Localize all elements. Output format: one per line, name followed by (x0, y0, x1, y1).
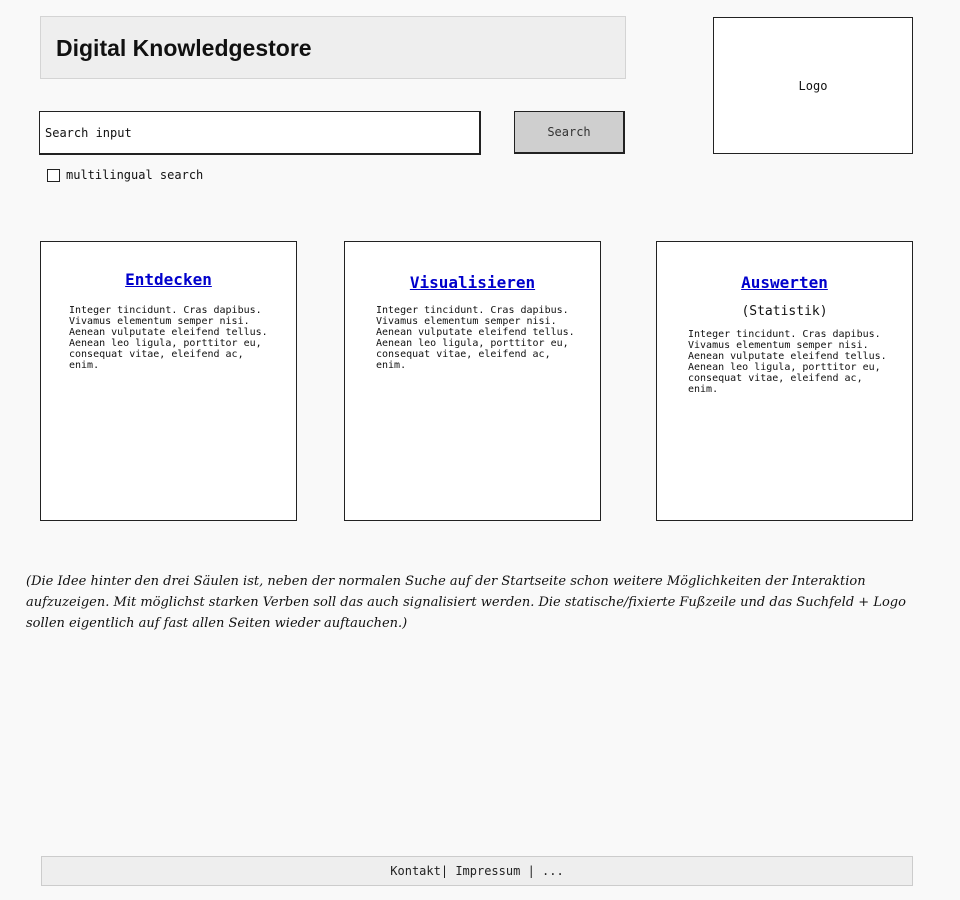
footer-separator: | (520, 864, 543, 878)
card-title-link[interactable]: Entdecken (41, 270, 296, 289)
card-body-text: Integer tincidunt. Cras dapibus. Vivamus… (376, 305, 575, 371)
card-visualisieren: Visualisieren Integer tincidunt. Cras da… (344, 241, 601, 521)
footer-link-kontakt[interactable]: Kontakt (390, 864, 441, 878)
card-subtitle: (Statistik) (741, 304, 828, 319)
page-header: Digital Knowledgestore (40, 16, 626, 79)
footer-link-impressum[interactable]: Impressum (455, 864, 520, 878)
logo-label: Logo (798, 78, 828, 93)
card-body-text: Integer tincidunt. Cras dapibus. Vivamus… (69, 305, 268, 371)
footer-separator: | (440, 864, 456, 878)
page-title: Digital Knowledgestore (56, 35, 312, 61)
search-input[interactable] (39, 111, 481, 155)
search-button[interactable]: Search (514, 111, 625, 154)
multilingual-search-label: multilingual search (66, 168, 204, 182)
footer: Kontakt | Impressum | ... (41, 856, 913, 886)
multilingual-search-checkbox[interactable] (47, 168, 60, 182)
multilingual-search-option[interactable]: multilingual search (47, 168, 203, 182)
card-title-link[interactable]: Visualisieren (345, 273, 600, 292)
card-entdecken: Entdecken Integer tincidunt. Cras dapibu… (40, 241, 297, 521)
logo[interactable]: Logo (713, 17, 913, 154)
footer-link-more[interactable]: ... (542, 864, 564, 878)
card-title-link[interactable]: Auswerten (657, 273, 912, 292)
annotation-note: (Die Idee hinter den drei Säulen ist, ne… (26, 574, 906, 631)
card-body-text: Integer tincidunt. Cras dapibus. Vivamus… (688, 329, 887, 395)
card-auswerten: Auswerten (Statistik) Integer tincidunt.… (656, 241, 913, 521)
